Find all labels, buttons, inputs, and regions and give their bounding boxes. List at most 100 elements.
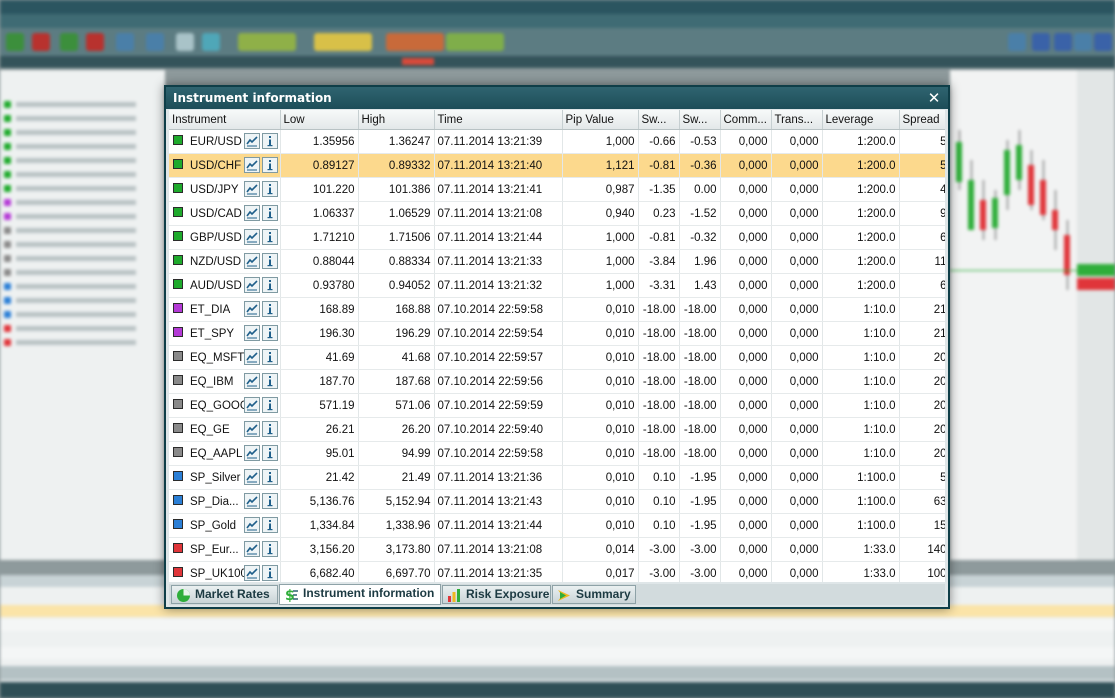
table-row[interactable]: AUD/USD 0.93780 0.94052 07.11.2014 13:21:32… — [169, 273, 945, 298]
info-icon[interactable] — [262, 157, 278, 173]
info-icon[interactable] — [262, 349, 278, 365]
dialog-tabs: Market Rates $ Instrument information Ri… — [169, 584, 945, 605]
cell-pip: 1,000 — [562, 225, 639, 250]
cell-pip: 0,010 — [562, 297, 639, 322]
table-row[interactable]: SP_Silver 21.42 21.49 07.11.2014 13:21:36 0,… — [169, 465, 945, 490]
instrument-cell: USD/JPY — [169, 177, 281, 202]
table-row[interactable]: ET_DIA 168.89 168.88 07.10.2014 22:59:58 0,0… — [169, 297, 945, 322]
chart-icon[interactable] — [244, 157, 260, 173]
chart-icon[interactable] — [244, 253, 260, 269]
column-header[interactable]: Comm... — [720, 110, 772, 130]
cell-trans: 0,000 — [771, 417, 823, 442]
cell-time: 07.10.2014 22:59:40 — [434, 417, 563, 442]
info-icon[interactable] — [262, 133, 278, 149]
instrument-cell: AUD/USD — [169, 273, 281, 298]
cell-pip: 0,010 — [562, 369, 639, 394]
table-row[interactable]: EQ_GE 26.21 26.20 07.10.2014 22:59:40 0,010-… — [169, 417, 945, 442]
cell-spread: 11 — [899, 249, 945, 274]
chart-icon[interactable] — [244, 517, 260, 533]
cell-time: 07.10.2014 22:59:58 — [434, 297, 563, 322]
cell-leverage: 1:200.0 — [822, 273, 900, 298]
cell-swap_short: -18.00 — [679, 441, 721, 466]
table-row[interactable]: ET_SPY 196.30 196.29 07.10.2014 22:59:54 0,0… — [169, 321, 945, 346]
column-header[interactable]: Spread — [899, 110, 945, 130]
info-icon[interactable] — [262, 181, 278, 197]
instrument-color-marker — [173, 423, 183, 434]
chart-icon[interactable] — [244, 181, 260, 197]
tab-risk-exposure[interactable]: Risk Exposure — [442, 585, 551, 604]
chart-icon[interactable] — [244, 277, 260, 293]
column-header[interactable]: Sw... — [679, 110, 721, 130]
tab-market-rates[interactable]: Market Rates — [171, 585, 278, 604]
chart-icon[interactable] — [244, 541, 260, 557]
column-header[interactable]: Time — [434, 110, 563, 130]
chart-icon[interactable] — [244, 325, 260, 341]
cell-comm: 0,000 — [720, 225, 772, 250]
table-row[interactable]: USD/JPY 101.220 101.386 07.11.2014 13:21:41… — [169, 177, 945, 202]
chart-icon[interactable] — [244, 205, 260, 221]
chart-icon[interactable] — [244, 301, 260, 317]
column-header[interactable]: Leverage — [822, 110, 900, 130]
info-icon[interactable] — [262, 541, 278, 557]
info-icon[interactable] — [262, 325, 278, 341]
info-icon[interactable] — [262, 565, 278, 581]
info-icon[interactable] — [262, 229, 278, 245]
table-row[interactable]: USD/CAD 1.06337 1.06529 07.11.2014 13:21:08… — [169, 201, 945, 226]
chart-icon[interactable] — [244, 469, 260, 485]
row-action-icons — [244, 277, 279, 293]
cell-leverage: 1:10.0 — [822, 417, 900, 442]
toolbar-button — [32, 33, 50, 51]
info-icon[interactable] — [262, 397, 278, 413]
table-row[interactable]: EQ_GOOG 571.19 571.06 07.10.2014 22:59:59 0,… — [169, 393, 945, 418]
table-row[interactable]: EQ_IBM 187.70 187.68 07.10.2014 22:59:56 0,0… — [169, 369, 945, 394]
chart-icon[interactable] — [244, 445, 260, 461]
dialog-titlebar[interactable]: Instrument information ✕ — [166, 87, 948, 109]
chart-icon[interactable] — [244, 373, 260, 389]
tab-instrument-information[interactable]: $ Instrument information — [279, 584, 441, 605]
table-row[interactable]: SP_Dia... 5,136.76 5,152.94 07.11.2014 13:2… — [169, 489, 945, 514]
instrument-name: AUD/USD — [190, 279, 242, 292]
table-row[interactable]: EQ_MSFT 41.69 41.68 07.10.2014 22:59:57 0,01… — [169, 345, 945, 370]
table-row[interactable]: SP_UK100 6,682.40 6,697.70 07.11.2014 13:21… — [169, 561, 945, 582]
cell-time: 07.11.2014 13:21:32 — [434, 273, 563, 298]
toolbar-button — [238, 33, 296, 51]
column-header[interactable]: Trans... — [771, 110, 823, 130]
cell-leverage: 1:100.0 — [822, 489, 900, 514]
info-icon[interactable] — [262, 469, 278, 485]
table-row[interactable]: NZD/USD 0.88044 0.88334 07.11.2014 13:21:33… — [169, 249, 945, 274]
table-row[interactable]: SP_Gold 1,334.84 1,338.96 07.11.2014 13:21:… — [169, 513, 945, 538]
tab-summary[interactable]: Summary — [552, 585, 636, 604]
table-row[interactable]: EQ_AAPL 95.01 94.99 07.10.2014 22:59:58 0,01… — [169, 441, 945, 466]
bar-chart-icon — [447, 588, 462, 608]
chart-icon[interactable] — [244, 493, 260, 509]
info-icon[interactable] — [262, 493, 278, 509]
cell-spread: 21 — [899, 321, 945, 346]
info-icon[interactable] — [262, 277, 278, 293]
instrument-cell: GBP/USD — [169, 225, 281, 250]
chart-icon[interactable] — [244, 229, 260, 245]
column-header[interactable]: High — [358, 110, 435, 130]
info-icon[interactable] — [262, 205, 278, 221]
column-header[interactable]: Sw... — [638, 110, 680, 130]
info-icon[interactable] — [262, 253, 278, 269]
chart-icon[interactable] — [244, 349, 260, 365]
info-icon[interactable] — [262, 421, 278, 437]
chart-icon[interactable] — [244, 133, 260, 149]
column-header[interactable]: Low — [280, 110, 359, 130]
table-row[interactable]: EUR/USD 1.35956 1.36247 07.11.2014 13:21:39… — [169, 129, 945, 154]
cell-swap_long: -18.00 — [638, 417, 680, 442]
info-icon[interactable] — [262, 445, 278, 461]
info-icon[interactable] — [262, 517, 278, 533]
table-row[interactable]: USD/CHF 0.89127 0.89332 07.11.2014 13:21:40… — [169, 153, 945, 178]
info-icon[interactable] — [262, 373, 278, 389]
chart-icon[interactable] — [244, 397, 260, 413]
table-row[interactable]: GBP/USD 1.71210 1.71506 07.11.2014 13:21:44… — [169, 225, 945, 250]
chart-icon[interactable] — [244, 421, 260, 437]
column-header[interactable]: Pip Value — [562, 110, 639, 130]
close-icon[interactable]: ✕ — [925, 87, 943, 109]
instrument-color-marker — [173, 135, 183, 146]
info-icon[interactable] — [262, 301, 278, 317]
table-row[interactable]: SP_Eur... 3,156.20 3,173.80 07.11.2014 13:2… — [169, 537, 945, 562]
chart-icon[interactable] — [244, 565, 260, 581]
column-header[interactable]: Instrument — [169, 110, 281, 130]
